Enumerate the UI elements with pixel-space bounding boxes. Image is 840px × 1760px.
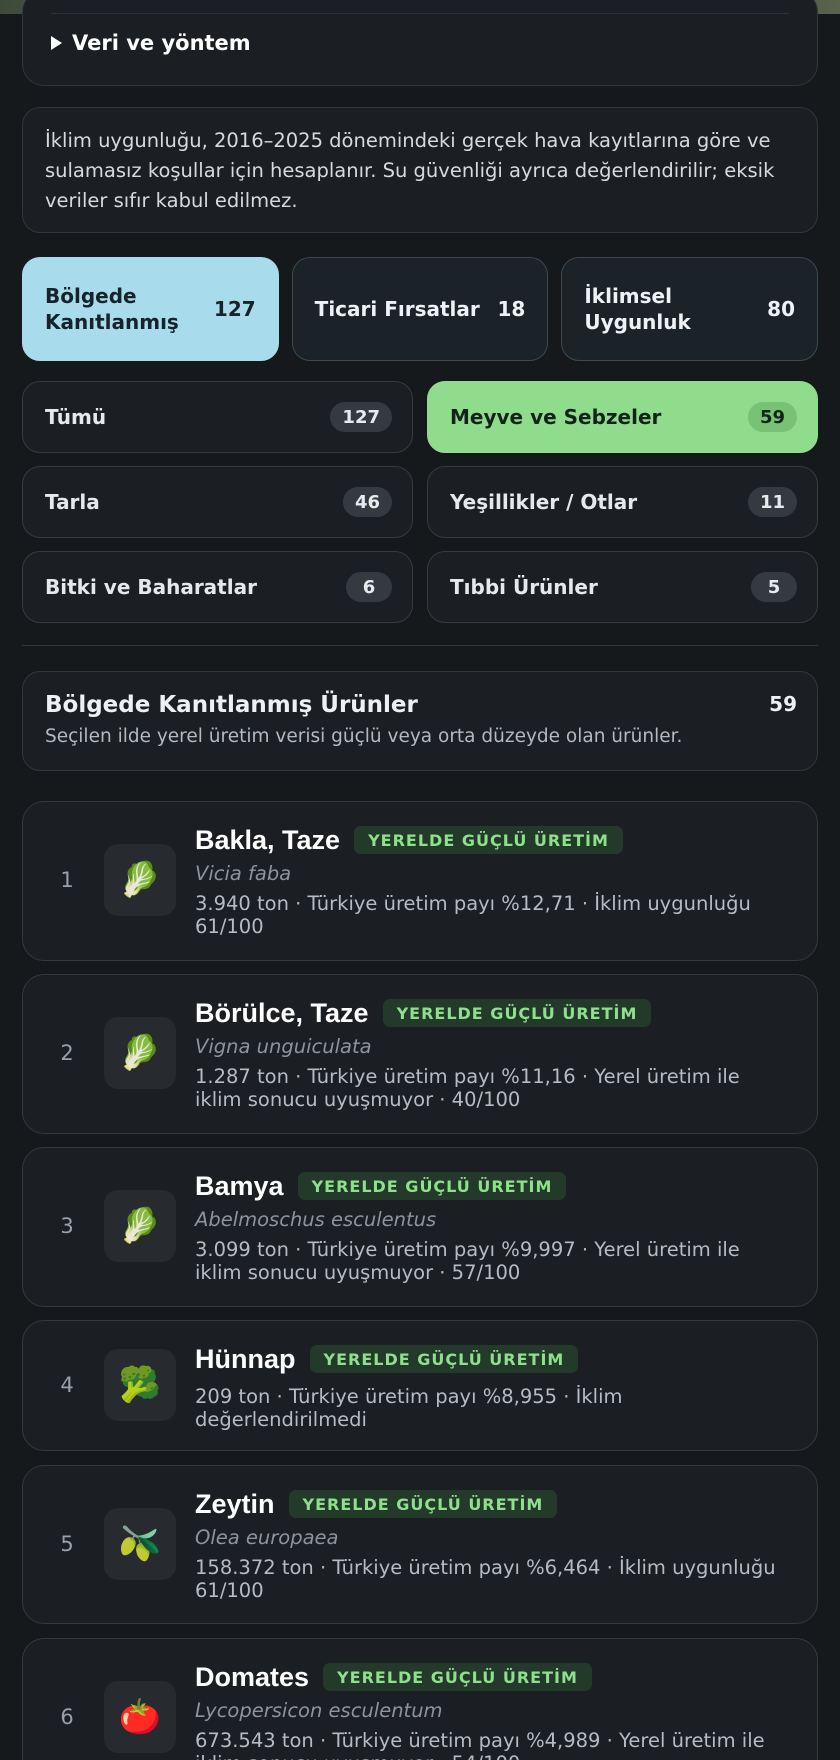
mode-label: Bölgede Kanıtlanmış — [45, 284, 179, 334]
production-badge: YERELDE GÜÇLÜ ÜRETİM — [309, 1345, 579, 1373]
olive-icon: 🫒 — [104, 1508, 176, 1580]
product-meta: 1.287 ton · Türkiye üretim payı %11,16 ·… — [195, 1065, 740, 1111]
tomato-icon: 🍅 — [104, 1681, 176, 1753]
product-meta: 158.372 ton · Türkiye üretim payı %6,464… — [195, 1556, 776, 1602]
filter-greens-herbs[interactable]: Yeşillikler / Otlar 11 — [427, 466, 818, 538]
section-title: Bölgede Kanıtlanmış Ürünler — [45, 692, 418, 718]
filter-all[interactable]: Tümü 127 — [22, 381, 413, 453]
category-filters: Tümü 127 Meyve ve Sebzeler 59 Tarla 46 Y… — [22, 381, 818, 623]
product-card[interactable]: 3 🥬 Bamya YERELDE GÜÇLÜ ÜRETİM Abelmosch… — [22, 1147, 818, 1307]
product-latin-name: Lycopersicon esculentum — [195, 1699, 443, 1722]
section-count: 59 — [769, 692, 797, 716]
product-rank: 6 — [60, 1705, 74, 1729]
details-summary[interactable]: Veri ve yöntem — [51, 31, 251, 55]
product-name: Bamya — [195, 1170, 284, 1201]
product-rank: 2 — [60, 1041, 74, 1065]
section-divider — [22, 645, 818, 646]
mode-selector: Bölgede Kanıtlanmış 127 Ticari Fırsatlar… — [22, 257, 819, 361]
product-rank: 3 — [60, 1214, 74, 1238]
product-name: Domates — [195, 1661, 310, 1692]
filter-medicinal[interactable]: Tıbbi Ürünler 5 — [427, 551, 818, 623]
product-card[interactable]: 5 🫒 Zeytin YERELDE GÜÇLÜ ÜRETİM Olea eur… — [22, 1465, 818, 1624]
filter-count-badge: 11 — [747, 487, 797, 517]
filter-label: Tümü — [45, 405, 107, 429]
leafy-green-icon: 🥬 — [104, 844, 176, 916]
climate-note: İklim uygunluğu, 2016–2025 dönemindeki g… — [22, 107, 818, 233]
product-card[interactable]: 4 🥦 Hünnap YERELDE GÜÇLÜ ÜRETİM 209 ton … — [22, 1320, 818, 1451]
filter-count-badge: 6 — [346, 572, 392, 602]
mode-count: 80 — [767, 297, 796, 321]
filter-count-badge: 127 — [330, 402, 392, 432]
mode-proven[interactable]: Bölgede Kanıtlanmış 127 — [22, 257, 279, 361]
mode-label: Ticari Fırsatlar — [314, 297, 480, 321]
product-name: Zeytin — [195, 1488, 275, 1519]
product-meta: 673.543 ton · Türkiye üretim payı %4,989… — [195, 1729, 765, 1760]
details-divider — [51, 13, 789, 14]
product-card[interactable]: 1 🥬 Bakla, Taze YERELDE GÜÇLÜ ÜRETİM Vic… — [22, 801, 818, 961]
product-meta: 209 ton · Türkiye üretim payı %8,955 · İ… — [195, 1385, 623, 1431]
production-badge: YERELDE GÜÇLÜ ÜRETİM — [323, 1663, 592, 1691]
mode-count: 18 — [497, 297, 526, 321]
filter-plants-spices[interactable]: Bitki ve Baharatlar 6 — [22, 551, 413, 623]
jujube-fruit-icon: 🥦 — [104, 1349, 176, 1421]
leafy-green-icon: 🥬 — [104, 1017, 176, 1089]
section-header: Bölgede Kanıtlanmış Ürünler Seçilen ilde… — [22, 671, 818, 771]
product-meta: 3.940 ton · Türkiye üretim payı %12,71 ·… — [195, 892, 751, 938]
details-summary-label: Veri ve yöntem — [72, 31, 251, 55]
filter-label: Meyve ve Sebzeler — [450, 405, 662, 429]
product-latin-name: Vicia faba — [195, 862, 292, 885]
disclosure-triangle-icon — [51, 36, 62, 50]
filter-label: Yeşillikler / Otlar — [450, 490, 638, 514]
filter-label: Tarla — [45, 490, 100, 514]
filter-label: Bitki ve Baharatlar — [45, 575, 257, 599]
filter-fruits-vegetables[interactable]: Meyve ve Sebzeler 59 — [427, 381, 818, 453]
filter-label: Tıbbi Ürünler — [450, 575, 598, 599]
product-meta: 3.099 ton · Türkiye üretim payı %9,997 ·… — [195, 1238, 740, 1284]
product-card[interactable]: 2 🥬 Börülce, Taze YERELDE GÜÇLÜ ÜRETİM V… — [22, 974, 818, 1134]
mode-count: 127 — [213, 297, 256, 321]
leafy-green-icon: 🥬 — [104, 1190, 176, 1262]
production-badge: YERELDE GÜÇLÜ ÜRETİM — [297, 1172, 567, 1200]
section-subtitle: Seçilen ilde yerel üretim verisi güçlü v… — [45, 726, 683, 747]
data-method-details[interactable]: Veri ve yöntem — [22, 0, 818, 86]
product-rank: 4 — [60, 1373, 74, 1397]
product-rank: 5 — [60, 1532, 74, 1556]
product-card[interactable]: 6 🍅 Domates YERELDE GÜÇLÜ ÜRETİM Lycoper… — [22, 1638, 818, 1760]
product-latin-name: Olea europaea — [195, 1526, 339, 1549]
production-badge: YERELDE GÜÇLÜ ÜRETİM — [354, 826, 623, 854]
product-name: Bakla, Taze — [195, 824, 341, 855]
filter-count-badge: 59 — [747, 402, 797, 432]
product-rank: 1 — [60, 868, 74, 892]
product-name: Börülce, Taze — [195, 997, 369, 1028]
mode-commercial[interactable]: Ticari Fırsatlar 18 — [291, 257, 549, 361]
product-name: Hünnap — [195, 1343, 296, 1374]
product-latin-name: Abelmoschus esculentus — [195, 1208, 437, 1231]
mode-climate[interactable]: İklimsel Uygunluk 80 — [561, 257, 819, 361]
filter-count-badge: 46 — [342, 487, 392, 517]
production-badge: YERELDE GÜÇLÜ ÜRETİM — [382, 999, 652, 1027]
mode-label: İklimsel Uygunluk — [584, 284, 691, 334]
product-latin-name: Vigna unguiculata — [195, 1035, 372, 1058]
filter-field-crops[interactable]: Tarla 46 — [22, 466, 413, 538]
filter-count-badge: 5 — [751, 572, 797, 602]
production-badge: YERELDE GÜÇLÜ ÜRETİM — [288, 1490, 558, 1518]
